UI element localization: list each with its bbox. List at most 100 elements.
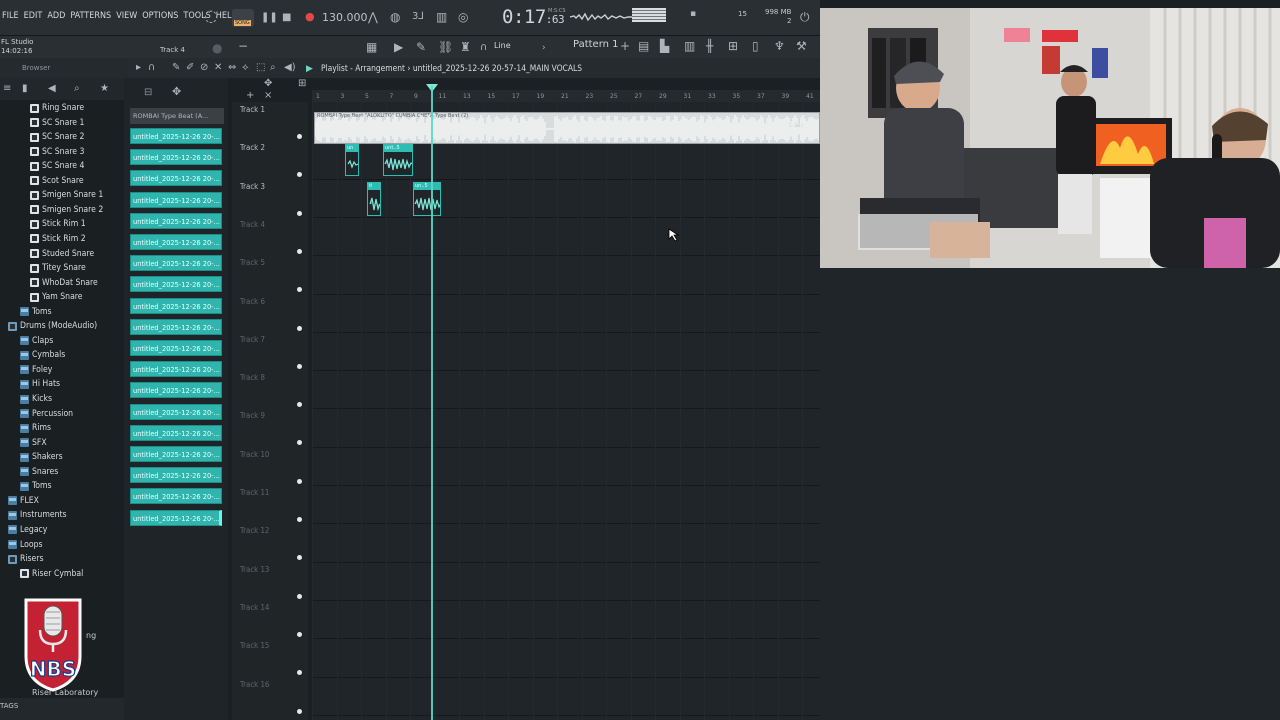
star-icon[interactable]: ★ xyxy=(100,83,109,95)
track-mute-dot[interactable] xyxy=(297,134,302,139)
mixer-icon[interactable]: ╫ xyxy=(706,40,713,52)
playlist-icon[interactable]: ▤ xyxy=(638,40,649,52)
menu-edit[interactable]: EDIT xyxy=(24,11,43,21)
track-name[interactable]: Track 16 xyxy=(240,680,269,689)
plug-icon[interactable]: ♆ xyxy=(774,40,785,52)
browser-tree-icon[interactable]: ⊞ xyxy=(728,40,738,52)
hamburger-icon[interactable]: ≡ xyxy=(3,83,11,95)
browser-item[interactable]: Percussion xyxy=(20,407,73,421)
snap-mode[interactable]: Line xyxy=(494,41,511,50)
picker-clip[interactable]: untitled_2025-12-26 20-... xyxy=(130,446,222,462)
record-icon[interactable]: ● xyxy=(305,11,315,23)
track-name[interactable]: Track 4 xyxy=(240,220,265,229)
clip-vocal-b[interactable]: unt..5 xyxy=(383,144,413,176)
browser-item[interactable]: SC Snare 1 xyxy=(30,116,84,130)
browser-item[interactable]: Scot Snare xyxy=(30,174,84,188)
play-pattern-icon[interactable]: ▶ xyxy=(306,63,313,75)
metronome-dial-icon[interactable]: ◌ xyxy=(204,8,218,24)
zoom-out-icon[interactable]: ⊟ xyxy=(144,87,152,99)
track-name[interactable]: Track 2 xyxy=(240,143,265,152)
countdown-icon[interactable]: 3⅃ xyxy=(412,11,424,23)
draw-tool-icon[interactable]: ✎ xyxy=(172,62,180,74)
knob-icon[interactable]: ● xyxy=(212,42,222,54)
minus-icon[interactable]: − xyxy=(238,40,248,52)
browser-item[interactable]: SC Snare 2 xyxy=(30,130,84,144)
browser-item[interactable]: Smigen Snare 1 xyxy=(30,188,103,202)
picker-clip[interactable]: untitled_2025-12-26 20-... xyxy=(130,149,222,166)
browser-item[interactable]: Legacy xyxy=(8,523,47,537)
browser-item[interactable]: Claps xyxy=(20,334,53,348)
menu-patterns[interactable]: PATTERNS xyxy=(70,11,111,21)
browser-item[interactable]: Toms xyxy=(20,479,52,493)
track-name[interactable]: Track 13 xyxy=(240,565,269,574)
add-pattern-icon[interactable]: + xyxy=(620,40,630,52)
picker-clip[interactable]: untitled_2025-12-26 20-... xyxy=(130,191,222,208)
browser-item[interactable]: Foley xyxy=(20,363,52,377)
browser-item[interactable]: Studed Snare xyxy=(30,247,94,261)
mute-tool-icon[interactable]: ✕ xyxy=(214,62,222,74)
track-name[interactable]: Track 14 xyxy=(240,603,269,612)
browser-item[interactable]: Instruments xyxy=(8,508,67,522)
track-name[interactable]: Track 1 xyxy=(240,105,265,114)
loop-record-icon[interactable]: ◎ xyxy=(458,11,468,23)
browser-item[interactable]: WhoDat Snare xyxy=(30,276,98,290)
browser-item[interactable]: SC Snare 3 xyxy=(30,145,84,159)
picker-clip[interactable]: untitled_2025-12-26 20-... xyxy=(130,361,222,378)
piano-roll-icon[interactable]: ▙ xyxy=(660,40,669,52)
picker-clip[interactable]: untitled_2025-12-26 20-... xyxy=(130,170,222,187)
track-name[interactable]: Track 7 xyxy=(240,335,265,344)
stop-icon[interactable]: ■ xyxy=(282,12,291,24)
search-icon[interactable]: ⌕ xyxy=(74,83,80,95)
pattern-selector[interactable]: Pattern 1 xyxy=(573,39,619,50)
browser-item[interactable]: Rims xyxy=(20,421,51,435)
close-icon[interactable]: × xyxy=(264,90,272,102)
picker-clip[interactable]: untitled_2025-12-26 20-... xyxy=(130,276,222,293)
track-name[interactable]: Track 15 xyxy=(240,641,269,650)
clip-vocal-c[interactable]: ti xyxy=(367,182,381,216)
track-mute-dot[interactable] xyxy=(297,631,302,637)
picker-clip[interactable]: untitled_2025-12-26 20-... xyxy=(130,382,222,399)
menu-view[interactable]: VIEW xyxy=(116,11,137,21)
clip-vocal-a[interactable]: un xyxy=(345,144,359,176)
plugin-icon[interactable]: ▯ xyxy=(752,40,759,52)
clip-beat-main[interactable]: ROMBAI Type Beat "ALOKLITO" CUMBIA CHETA… xyxy=(314,112,820,144)
picker-clip[interactable]: untitled_2025-12-26 20-... xyxy=(130,424,222,441)
track-name[interactable]: Track 6 xyxy=(240,297,265,306)
menu-file[interactable]: FILE xyxy=(2,11,19,21)
browser-item[interactable]: Titey Snare xyxy=(30,261,86,275)
menu-add[interactable]: ADD xyxy=(47,11,65,21)
browser-item[interactable]: Shakers xyxy=(20,450,63,464)
menu-options[interactable]: OPTIONS xyxy=(142,11,178,21)
metronome-icon[interactable]: ⋀ xyxy=(368,11,378,23)
piano-icon[interactable]: ▦ xyxy=(366,41,377,53)
arrow-icon[interactable]: ▸ xyxy=(136,62,141,74)
speaker-icon[interactable]: ◀) xyxy=(284,62,296,74)
add-track-icon[interactable]: + xyxy=(246,90,254,102)
browser-item[interactable]: Kicks xyxy=(20,392,52,406)
browser-item[interactable]: Stick Rim 2 xyxy=(30,232,86,246)
picker-clip[interactable]: untitled_2025-12-26 20-... xyxy=(130,488,222,505)
delete-tool-icon[interactable]: ⊘ xyxy=(200,62,208,74)
clip-vocal-d[interactable]: un..5 xyxy=(413,182,441,216)
slice-tool-icon[interactable]: ⟡ xyxy=(242,62,249,74)
picker-clip[interactable]: untitled_2025-12-26 20-... xyxy=(130,467,222,484)
browser-item[interactable]: Hi Hats xyxy=(20,377,60,391)
picker-clip[interactable]: untitled_2025-12-26 20-... xyxy=(130,403,222,420)
playhead[interactable] xyxy=(431,86,433,720)
wait-icon[interactable]: ◍ xyxy=(390,11,400,23)
play-small-icon[interactable]: ▶ xyxy=(394,41,403,53)
track-mute-dot[interactable] xyxy=(297,325,302,331)
back-icon[interactable]: ◀ xyxy=(48,83,56,95)
arrangement-name[interactable]: untitled_2025-12-26 20-57-14_MAIN VOCALS xyxy=(413,63,582,73)
browser-item[interactable]: Ring Snare xyxy=(30,101,84,115)
tags-label[interactable]: TAGS xyxy=(0,702,18,710)
tempo-display[interactable]: 130.000 xyxy=(322,11,368,24)
select-tool-icon[interactable]: ⬚ xyxy=(256,62,265,74)
browser-item[interactable]: FLEX xyxy=(8,494,39,508)
track-name[interactable]: Track 9 xyxy=(240,411,265,420)
pattern-song-toggle[interactable]: SONG xyxy=(232,9,254,27)
track-name[interactable]: Track 5 xyxy=(240,258,265,267)
track-name[interactable]: Track 12 xyxy=(240,526,269,535)
blend-icon[interactable]: ▥ xyxy=(436,11,447,23)
track-mute-dot[interactable] xyxy=(297,210,302,216)
